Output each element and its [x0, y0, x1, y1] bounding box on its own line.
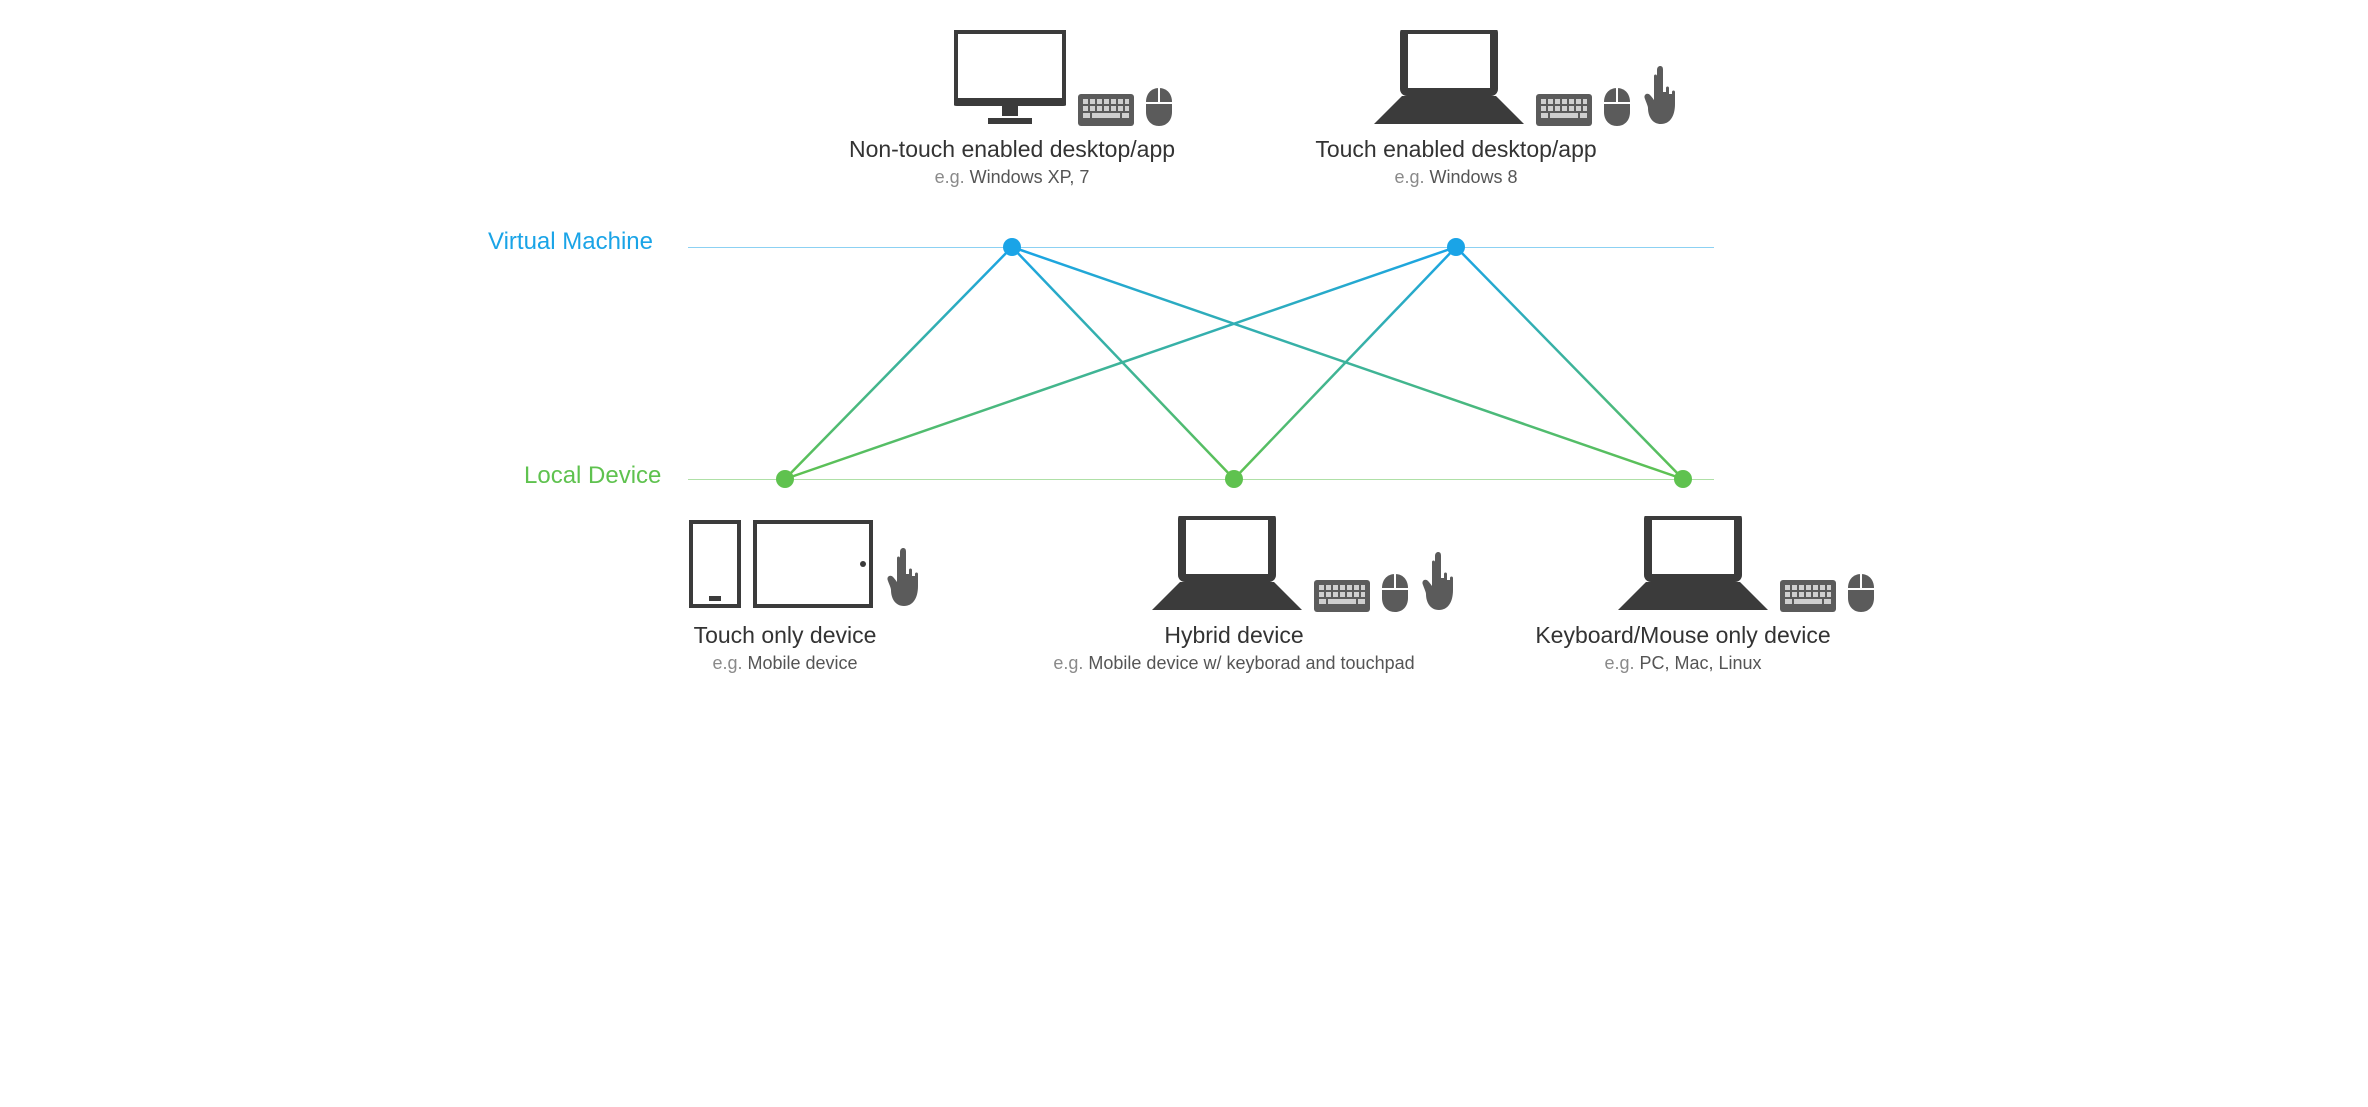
node-title: Hybrid device — [1034, 622, 1434, 649]
edge — [785, 247, 1456, 479]
touch-hand-icon — [1642, 66, 1678, 126]
row-label-local-device: Local Device — [524, 462, 661, 490]
node-hybrid: Hybrid device e.g. Mobile device w/ keyb… — [1034, 622, 1434, 674]
node-non-touch: Non-touch enabled desktop/app e.g. Windo… — [832, 136, 1192, 188]
node-subtitle: e.g. Mobile device — [605, 653, 965, 674]
icons-hybrid — [1152, 516, 1456, 612]
row-line-virtual-machine — [688, 247, 1714, 248]
node-title: Touch enabled desktop/app — [1276, 136, 1636, 163]
edge — [1456, 247, 1683, 479]
node-subtitle: e.g. Windows XP, 7 — [832, 167, 1192, 188]
row-line-local-device — [688, 479, 1714, 480]
keyboard-icon — [1780, 580, 1836, 612]
node-title: Keyboard/Mouse only device — [1503, 622, 1863, 649]
laptop-icon — [1618, 516, 1768, 612]
node-subtitle: e.g. Mobile device w/ keyborad and touch… — [1034, 653, 1434, 674]
touch-hand-icon — [1420, 552, 1456, 612]
keyboard-icon — [1078, 94, 1134, 126]
node-kb-mouse: Keyboard/Mouse only device e.g. PC, Mac,… — [1503, 622, 1863, 674]
edge — [1012, 247, 1234, 479]
touch-hand-icon — [885, 548, 921, 608]
node-subtitle: e.g. Windows 8 — [1276, 167, 1636, 188]
node-title: Touch only device — [605, 622, 965, 649]
mouse-icon — [1604, 88, 1630, 126]
node-touch-only: Touch only device e.g. Mobile device — [605, 622, 965, 674]
mouse-icon — [1146, 88, 1172, 126]
icons-non-touch — [954, 30, 1172, 126]
icons-touch — [1374, 30, 1678, 126]
edge — [1012, 247, 1683, 479]
mouse-icon — [1848, 574, 1874, 612]
keyboard-icon — [1536, 94, 1592, 126]
icons-touch-only — [689, 520, 921, 608]
laptop-icon — [1374, 30, 1524, 126]
node-subtitle: e.g. PC, Mac, Linux — [1503, 653, 1863, 674]
node-title: Non-touch enabled desktop/app — [832, 136, 1192, 163]
row-label-virtual-machine: Virtual Machine — [488, 228, 653, 256]
edge — [785, 247, 1012, 479]
keyboard-icon — [1314, 580, 1370, 612]
edge-network — [404, 0, 1964, 728]
mouse-icon — [1382, 574, 1408, 612]
diagram-canvas: Virtual Machine Local Device Non-touch e… — [404, 0, 1964, 728]
laptop-icon — [1152, 516, 1302, 612]
edge — [1234, 247, 1456, 479]
node-touch: Touch enabled desktop/app e.g. Windows 8 — [1276, 136, 1636, 188]
monitor-icon — [954, 30, 1066, 126]
icons-kb-mouse — [1618, 516, 1874, 612]
tablet-icon — [753, 520, 873, 608]
phone-icon — [689, 520, 741, 608]
